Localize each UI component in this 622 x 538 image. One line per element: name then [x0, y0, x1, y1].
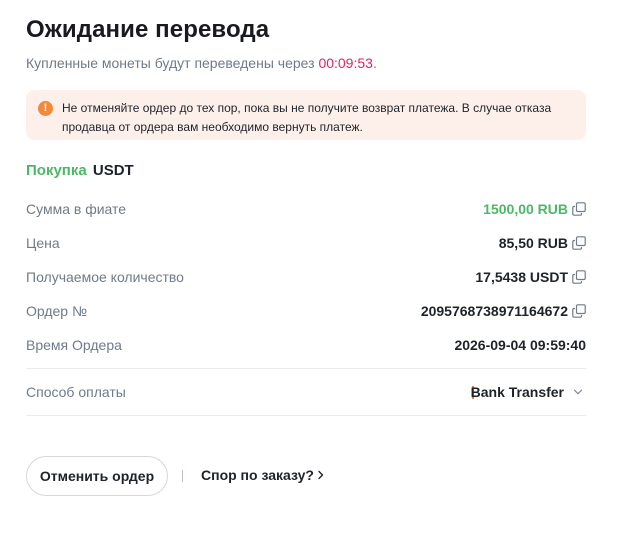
- order-page: Ожидание перевода Купленные монеты будут…: [0, 0, 622, 538]
- payment-method-row[interactable]: Способ оплаты Bank Transfer: [26, 382, 586, 404]
- price-label: Цена: [26, 235, 60, 251]
- warning-icon: !: [38, 101, 53, 116]
- payment-method-label: Способ оплаты: [26, 384, 126, 400]
- chevron-right-icon: [318, 470, 324, 480]
- quantity-label: Получаемое количество: [26, 269, 184, 285]
- fiat-amount-value: 1500,00 RUB: [483, 201, 568, 217]
- dispute-label: Спор по заказу?: [201, 467, 314, 483]
- copy-icon[interactable]: [572, 270, 586, 284]
- payment-method-value[interactable]: Bank Transfer: [471, 384, 564, 400]
- copy-icon[interactable]: [572, 304, 586, 318]
- quantity-value: 17,5438 USDT: [475, 269, 568, 285]
- countdown-timer: 00:09:53: [318, 55, 373, 71]
- dispute-link[interactable]: Спор по заказу?: [201, 467, 325, 483]
- notice-text: Не отменяйте ордер до тех пор, пока вы н…: [62, 101, 552, 134]
- trade-heading: Покупка USDT: [26, 162, 134, 179]
- fiat-amount-row: Сумма в фиате 1500,00 RUB: [26, 199, 586, 221]
- trade-side: Покупка: [26, 162, 87, 179]
- divider: [26, 368, 586, 369]
- order-number-value: 2095768738971164672: [420, 303, 568, 319]
- chevron-down-icon[interactable]: [573, 387, 583, 397]
- quantity-row: Получаемое количество 17,5438 USDT: [26, 267, 586, 289]
- divider: [26, 415, 586, 416]
- fiat-amount-label: Сумма в фиате: [26, 201, 127, 217]
- cancel-order-button[interactable]: Отменить ордер: [26, 456, 168, 496]
- page-subtitle: Купленные монеты будут переведены через …: [26, 55, 377, 71]
- page-title: Ожидание перевода: [26, 16, 270, 43]
- order-time-label: Время Ордера: [26, 337, 122, 353]
- subtitle-suffix: .: [372, 55, 377, 71]
- copy-icon[interactable]: [572, 236, 586, 250]
- separator: [182, 470, 183, 482]
- trade-asset: USDT: [92, 162, 134, 179]
- price-value: 85,50 RUB: [498, 235, 568, 251]
- price-row: Цена 85,50 RUB: [26, 233, 586, 255]
- order-time-row: Время Ордера 2026-09-04 09:59:40: [26, 335, 586, 357]
- copy-icon[interactable]: [572, 202, 586, 216]
- order-number-row: Ордер № 2095768738971164672: [26, 301, 586, 323]
- order-number-label: Ордер №: [26, 303, 88, 319]
- order-time-value: 2026-09-04 09:59:40: [454, 337, 586, 353]
- subtitle-text: Купленные монеты будут переведены через: [26, 55, 315, 71]
- warning-notice: ! Не отменяйте ордер до тех пор, пока вы…: [26, 90, 586, 140]
